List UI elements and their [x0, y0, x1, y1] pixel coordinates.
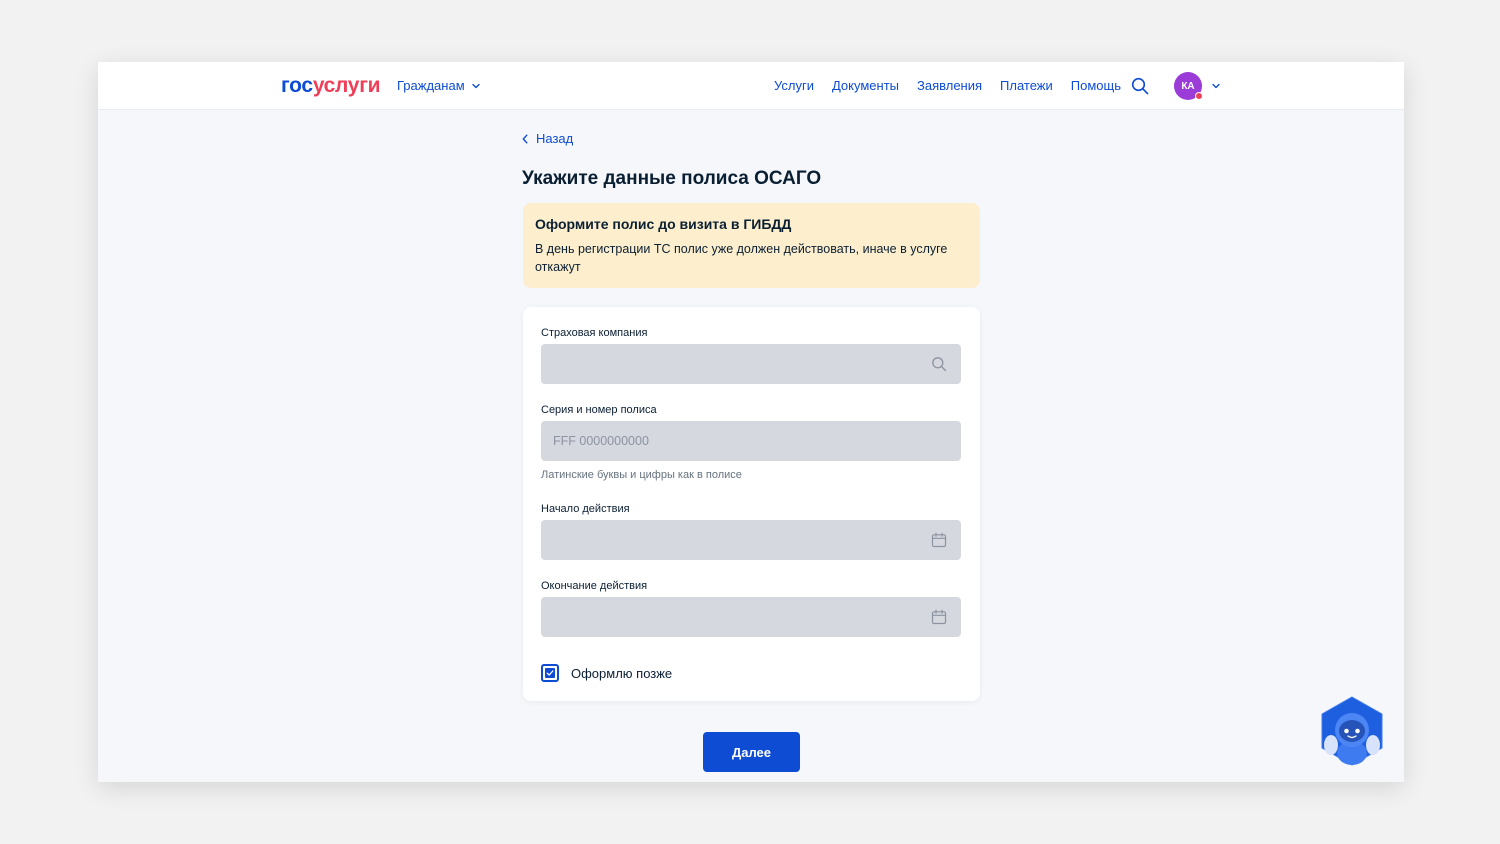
calendar-icon[interactable] — [931, 532, 947, 548]
logo-part-gos: гос — [281, 74, 313, 97]
main-nav: Услуги Документы Заявления Платежи Помощ… — [774, 78, 1121, 93]
insurer-search-input[interactable] — [541, 344, 961, 384]
site-header: госуслуги Гражданам Услуги Документы Зая… — [98, 62, 1404, 110]
policy-number-input[interactable] — [541, 421, 961, 461]
start-date-input[interactable] — [541, 520, 961, 560]
calendar-icon[interactable] — [931, 609, 947, 625]
back-label: Назад — [536, 131, 574, 146]
policy-form: Страховая компания Серия и номер полиса … — [523, 307, 980, 701]
back-link[interactable]: Назад — [522, 131, 573, 146]
chevron-down-icon — [471, 83, 480, 88]
later-checkbox[interactable] — [541, 664, 559, 682]
notice-text: В день регистрации ТС полис уже должен д… — [535, 242, 948, 274]
nav-item-documents[interactable]: Документы — [832, 78, 899, 93]
search-icon — [932, 357, 947, 372]
insurer-label: Страховая компания — [541, 327, 648, 339]
check-icon — [545, 668, 555, 678]
policy-number-label: Серия и номер полиса — [541, 404, 657, 416]
warning-notice: Оформите полис до визита в ГИБДД В день … — [523, 203, 980, 288]
chevron-down-icon[interactable] — [1211, 81, 1221, 91]
nav-item-services[interactable]: Услуги — [774, 78, 814, 93]
nav-item-help[interactable]: Помощь — [1071, 78, 1121, 93]
robot-assistant-icon[interactable] — [1318, 695, 1386, 767]
search-icon[interactable] — [1131, 77, 1149, 95]
end-date-input[interactable] — [541, 597, 961, 637]
notification-dot — [1195, 92, 1203, 100]
audience-label: Гражданам — [397, 78, 465, 93]
nav-item-applications[interactable]: Заявления — [917, 78, 982, 93]
later-checkbox-label: Оформлю позже — [571, 665, 673, 681]
notice-title: Оформите полис до визита в ГИБДД — [535, 216, 792, 232]
policy-number-hint: Латинские буквы и цифры как в полисе — [541, 469, 742, 481]
next-button[interactable]: Далее — [703, 732, 800, 772]
chevron-left-icon — [522, 134, 528, 143]
avatar-initials: КА — [1181, 80, 1195, 92]
nav-item-payments[interactable]: Платежи — [1000, 78, 1053, 93]
logo-part-uslugi: услуги — [312, 74, 381, 97]
avatar[interactable]: КА — [1174, 72, 1203, 100]
gosuslugi-logo[interactable]: госуслуги — [281, 74, 381, 98]
audience-dropdown[interactable]: Гражданам — [397, 78, 481, 93]
start-date-label: Начало действия — [541, 503, 630, 515]
page-title: Укажите данные полиса ОСАГО — [522, 168, 822, 189]
browser-window: госуслуги Гражданам Услуги Документы Зая… — [98, 62, 1404, 782]
later-checkbox-row[interactable]: Оформлю позже — [541, 664, 672, 682]
end-date-label: Окончание действия — [541, 580, 648, 592]
